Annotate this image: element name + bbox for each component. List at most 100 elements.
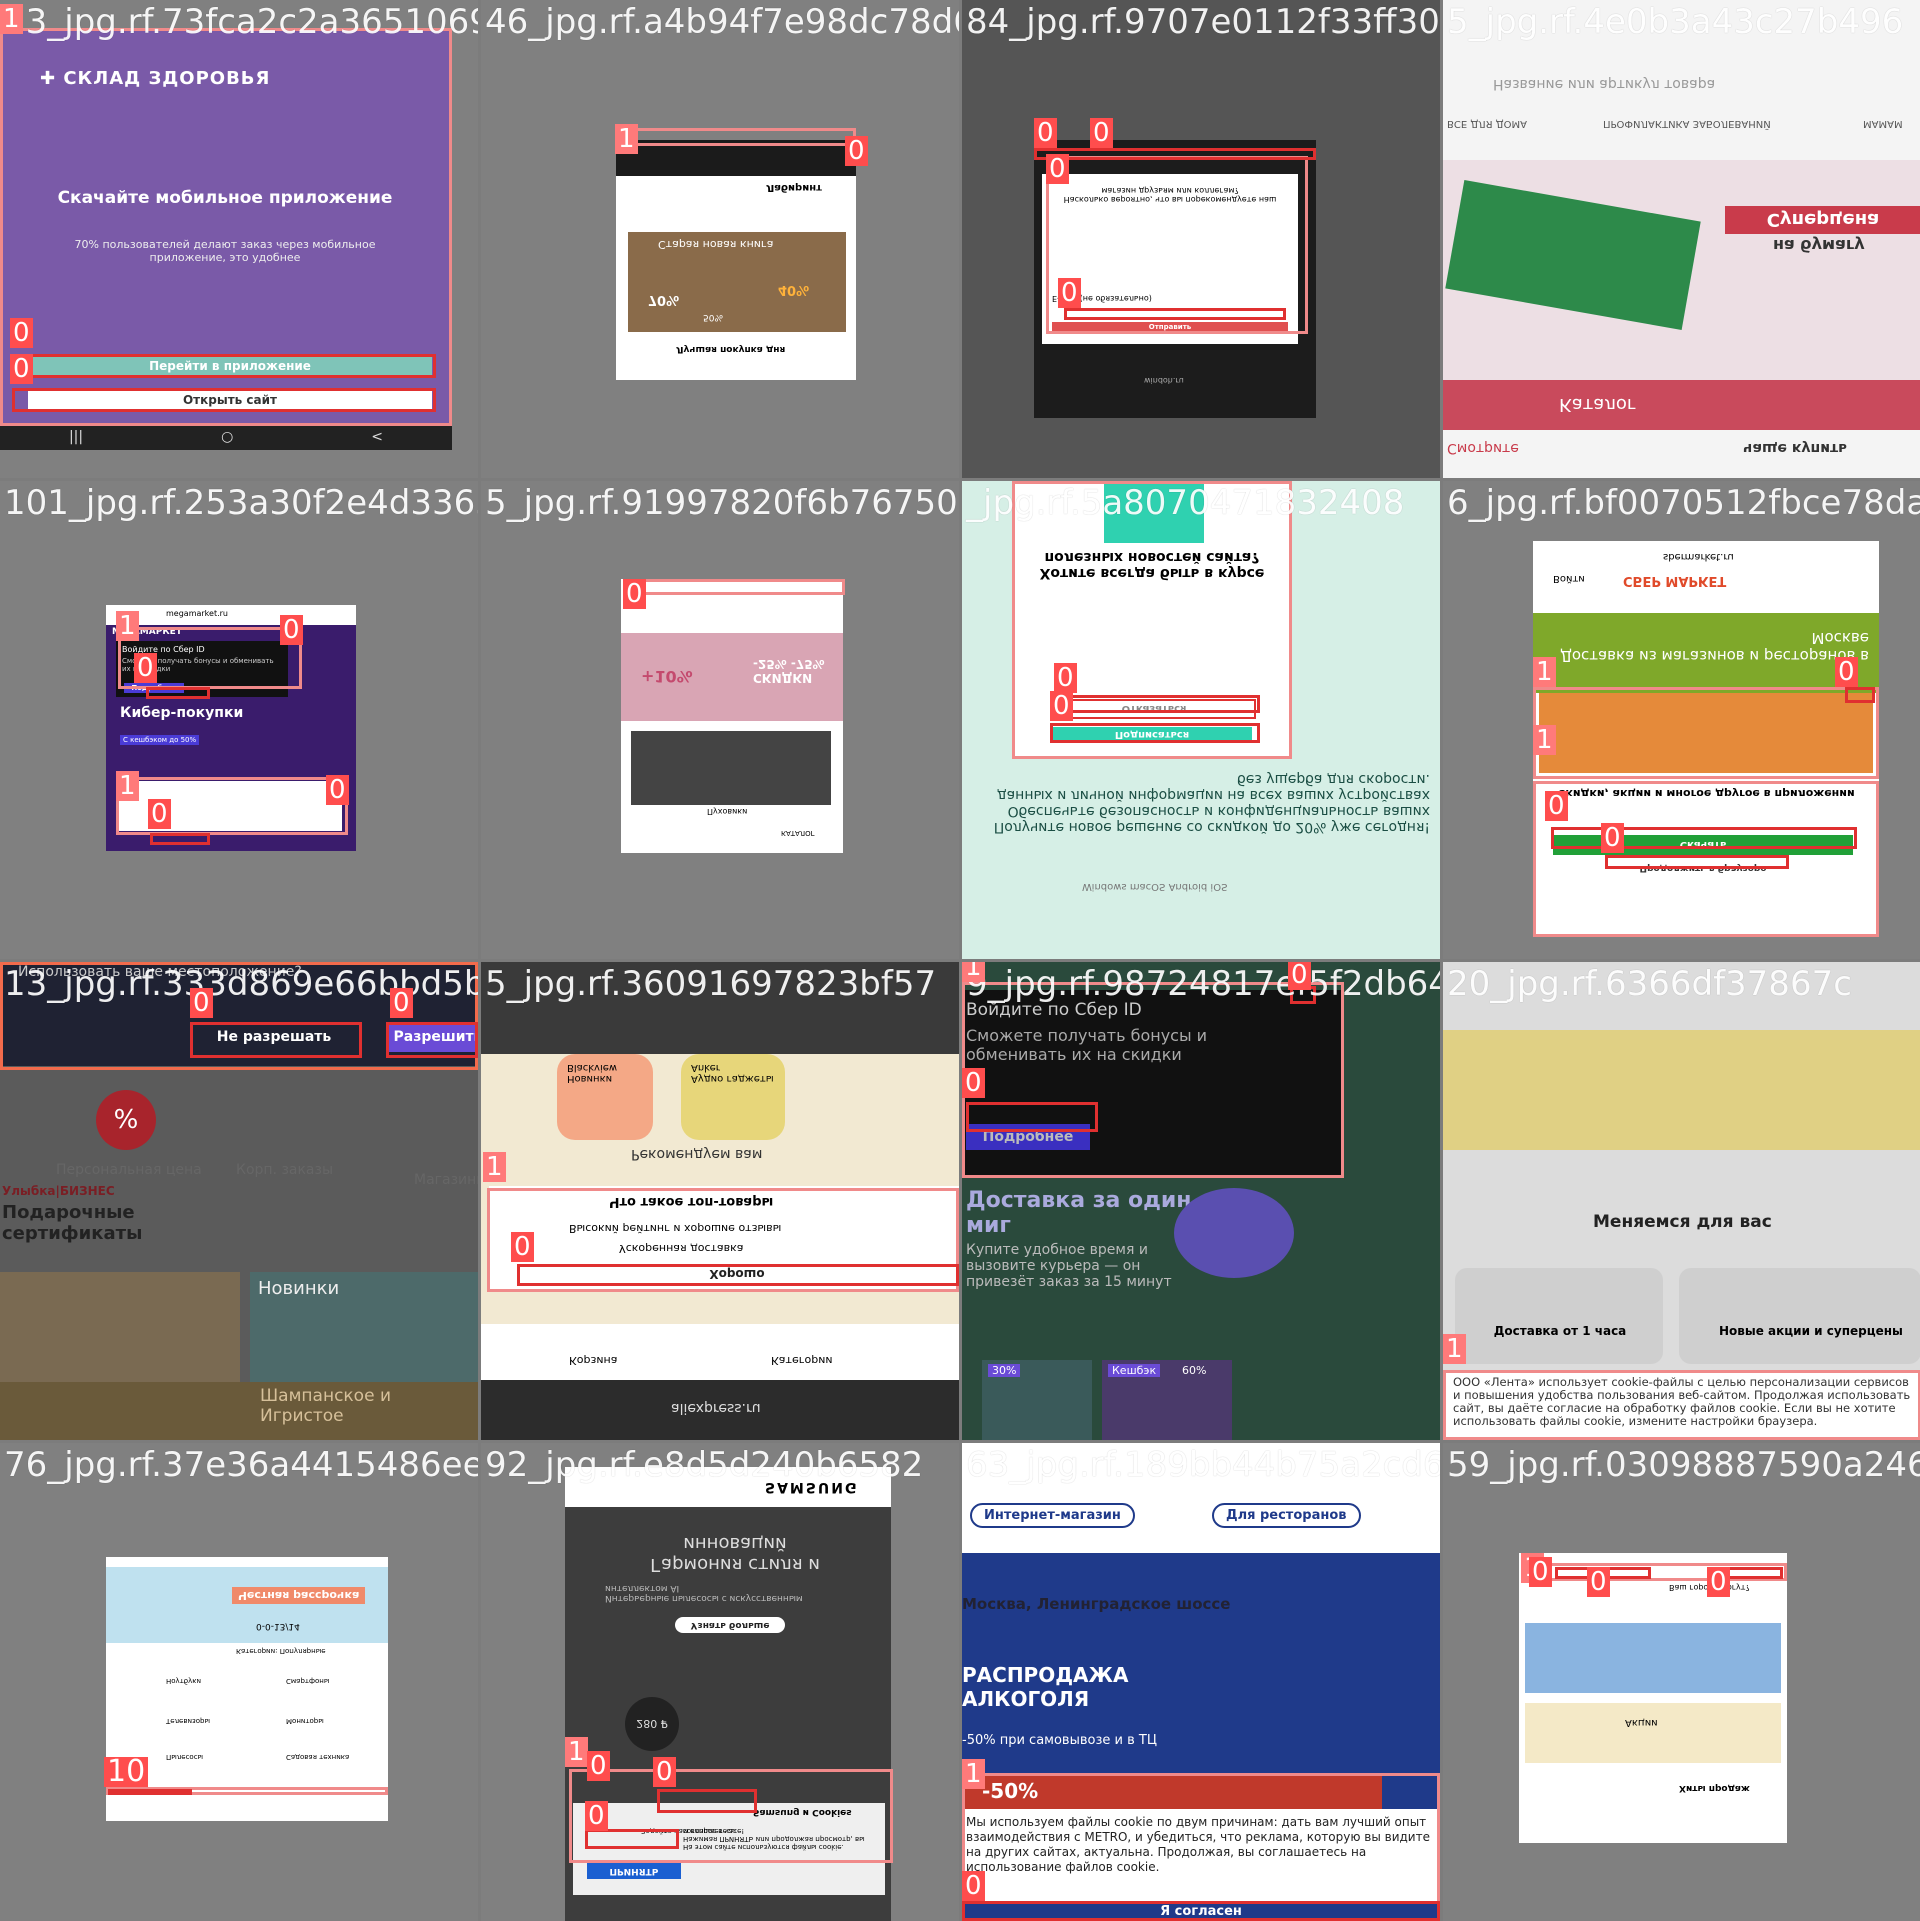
- android-nav-bar: ||| ○ <: [0, 424, 452, 450]
- promo-badge: Суперцена: [1725, 206, 1920, 234]
- category-item[interactable]: Ноутбуки: [166, 1677, 201, 1685]
- search-input[interactable]: Название или артикул товара: [1493, 76, 1715, 92]
- class-tag: 0: [845, 136, 868, 166]
- banner-date: 0-0-13/14: [256, 1621, 300, 1631]
- address-bar[interactable]: sbermarket.ru: [1663, 551, 1734, 562]
- screenshot: Честная рассрочка 0-0-13/14 Категории: П…: [106, 1557, 388, 1821]
- category-item[interactable]: Пылесосы: [166, 1753, 203, 1761]
- class-tag: 0: [962, 1871, 985, 1901]
- section-link[interactable]: Смотрите: [1447, 440, 1519, 456]
- bbox-button: [1605, 855, 1789, 869]
- category-tile[interactable]: Аудио гаджеты Anker: [681, 1054, 785, 1140]
- product-title: Пуховики: [707, 807, 748, 816]
- back-icon[interactable]: <: [371, 429, 383, 445]
- feature-card[interactable]: Новые акции и суперцены: [1679, 1268, 1920, 1364]
- store-location[interactable]: Москва, Ленинградское шоссе: [962, 1595, 1230, 1613]
- filename-label: 63_jpg.rf.189bb44b75a2cd69: [966, 1445, 1440, 1485]
- address-bar[interactable]: windoh.ru: [1144, 376, 1184, 385]
- class-tag: 1: [1533, 725, 1556, 755]
- bbox-button: [966, 1102, 1098, 1132]
- filename-label: 76_jpg.rf.37e36a4415486ee: [4, 1445, 478, 1485]
- tile-aliexpress: Новинки Blackview Аудио гаджеты Anker Ре…: [481, 962, 959, 1440]
- class-tag: 0: [1090, 118, 1113, 148]
- os-list: Windows macOS Android iOS: [1082, 881, 1228, 892]
- category-item[interactable]: Мониторы: [286, 1717, 324, 1725]
- class-tag: 0: [623, 579, 646, 609]
- class-tag: 0: [280, 615, 303, 645]
- shop-tab[interactable]: Интернет-магазин: [970, 1503, 1135, 1528]
- category-item[interactable]: Смартфоны: [286, 1677, 329, 1685]
- promo-title: СКИДКИ -25% -75%: [753, 657, 825, 685]
- class-tag: 1: [962, 962, 985, 982]
- tile-electronics: Честная рассрочка 0-0-13/14 Категории: П…: [0, 1443, 478, 1921]
- section-text: Купите удобное время и вызовите курьера …: [966, 1242, 1172, 1290]
- nav-cart[interactable]: Корзина: [569, 1354, 617, 1367]
- recent-apps-icon[interactable]: |||: [69, 429, 83, 445]
- bbox-button: [1050, 695, 1260, 713]
- percent-icon[interactable]: %: [96, 1090, 156, 1150]
- category-link[interactable]: МАМАМ: [1863, 118, 1903, 129]
- class-tag: 0: [1288, 962, 1311, 990]
- section-title: Хиты продаж: [1679, 1783, 1750, 1793]
- tile-lenta: Меняемся для вас Доставка от 1 часа Новы…: [1443, 962, 1920, 1440]
- card-title: Новинки: [258, 1278, 340, 1299]
- category-link[interactable]: ПРОФИЛАКТИКА ЗАБОЛЕВАНИЙ: [1603, 118, 1771, 129]
- sale-subtitle: -50% при самовывозе и в ТЦ: [962, 1733, 1157, 1748]
- category-item[interactable]: Телевизоры: [166, 1717, 210, 1725]
- feature-card[interactable]: Доставка от 1 часа: [1455, 1268, 1663, 1364]
- home-icon[interactable]: ○: [221, 429, 233, 445]
- hero-banner: [1443, 1030, 1920, 1150]
- class-tag: 0: [390, 988, 413, 1018]
- bbox-button: [190, 1022, 362, 1058]
- quick-link[interactable]: Персональная цена: [56, 1162, 202, 1178]
- nav-categories[interactable]: Категории: [771, 1354, 833, 1367]
- address-bar[interactable]: megamarket.ru: [166, 609, 228, 618]
- class-tag: 0: [653, 1757, 676, 1787]
- category-card[interactable]: Новинки: [250, 1272, 478, 1382]
- site-logo: СБЕР МАРКЕТ: [1623, 573, 1727, 588]
- class-tag: 0: [962, 1068, 985, 1098]
- filename-label: 9_jpg.rf.98724817ef5f2db64: [966, 964, 1440, 1004]
- promo-banner: Акции: [1525, 1703, 1781, 1763]
- promo-card[interactable]: Кешбэк 60%: [1102, 1360, 1232, 1440]
- category-label: Аудио гаджеты Anker: [691, 1062, 774, 1084]
- bbox-button: [962, 1901, 1440, 1921]
- annotation-grid: ✚ СКЛАД ЗДОРОВЬЯ Скачайте мобильное прил…: [0, 0, 1920, 1921]
- catalog-button[interactable]: Каталог: [1559, 394, 1636, 415]
- category-link[interactable]: ВСЕ ДЛЯ ДОМА: [1447, 118, 1527, 129]
- restaurants-tab[interactable]: Для ресторанов: [1212, 1503, 1361, 1528]
- catalog-bar[interactable]: Каталог: [1443, 380, 1920, 430]
- tile-metro: Интернет-магазин Для ресторанов Москва, …: [962, 1443, 1440, 1921]
- quick-link[interactable]: Магазины: [414, 1172, 478, 1188]
- category-item[interactable]: Садовая техника: [286, 1753, 349, 1761]
- class-tag: 0: [10, 354, 33, 384]
- category-label: Новинки Blackview: [567, 1062, 618, 1084]
- login-link[interactable]: Войти: [1553, 573, 1585, 584]
- bbox-button: [386, 1022, 478, 1058]
- catalog-link[interactable]: КАТАЛОГ: [781, 829, 815, 837]
- class-tag: 0: [1587, 1567, 1610, 1597]
- category-card[interactable]: Шампанское и Игристое: [0, 1382, 478, 1440]
- card-title: Шампанское и Игристое: [260, 1386, 391, 1426]
- tile-fashion-store: СКИДКИ -25% -75% +10% Пуховики КАТАЛОГ 0…: [481, 481, 959, 959]
- category-tile[interactable]: Новинки Blackview: [557, 1054, 653, 1140]
- bbox-close: [1845, 687, 1875, 703]
- filename-label: 59_jpg.rf.03098887590a2467: [1447, 1445, 1920, 1485]
- tile-windoh-survey: Насколько вероятно, что вы порекомендует…: [962, 0, 1440, 478]
- accept-button[interactable]: ПРИНЯТЬ: [587, 1863, 681, 1879]
- class-tag: 0: [1601, 823, 1624, 853]
- tile-apteka: Название или артикул товара ВСЕ ДЛЯ ДОМА…: [1443, 0, 1920, 478]
- promo-card[interactable]: 30%: [982, 1360, 1092, 1440]
- more-button[interactable]: Узнать больше: [675, 1617, 785, 1633]
- category-card[interactable]: [0, 1272, 240, 1382]
- class-tag: 0: [134, 653, 157, 683]
- address-bar[interactable]: aliexpress.ru: [671, 1400, 761, 1416]
- class-tag: 0: [1058, 278, 1081, 308]
- promo-subtitle: на бумагу: [1773, 236, 1865, 255]
- quick-link[interactable]: Корп. заказы: [236, 1162, 333, 1178]
- tile-sklad-zdorovya: ✚ СКЛАД ЗДОРОВЬЯ Скачайте мобильное прил…: [0, 0, 478, 478]
- section-title: Рекомендуем вам: [631, 1146, 763, 1162]
- class-tag: 10: [104, 1757, 149, 1787]
- cashback-badge: 30%: [988, 1364, 1021, 1377]
- bbox-popup: [623, 579, 845, 595]
